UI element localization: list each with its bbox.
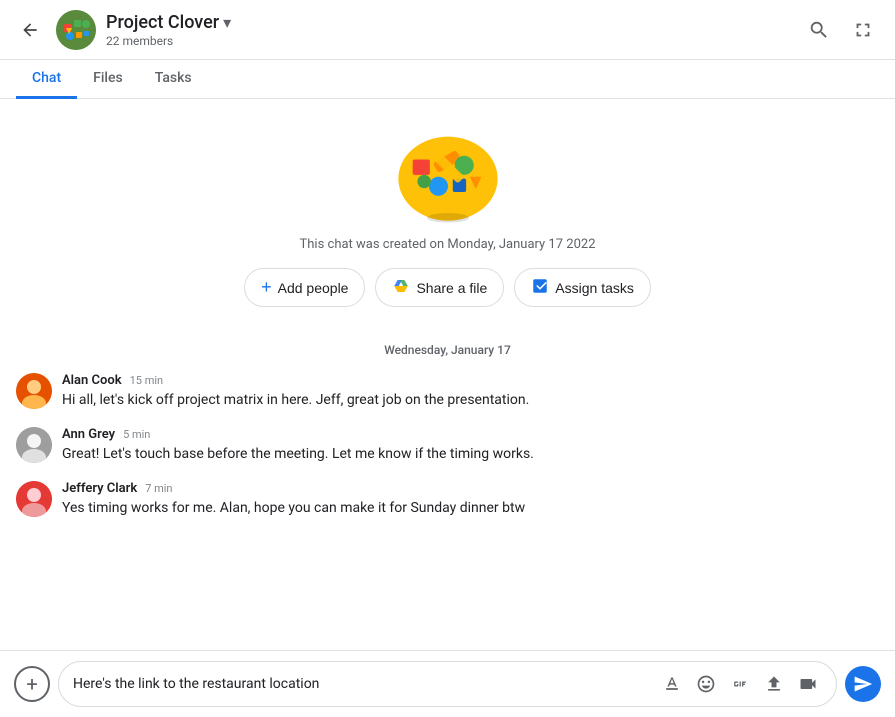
add-people-button[interactable]: + Add people bbox=[244, 268, 365, 307]
header-title[interactable]: Project Clover ▾ bbox=[106, 12, 799, 33]
plus-icon: + bbox=[261, 277, 272, 298]
message-header: Jeffery Clark 7 min bbox=[62, 481, 879, 496]
avatar bbox=[16, 427, 52, 463]
chevron-down-icon: ▾ bbox=[223, 13, 231, 32]
members-count: 22 members bbox=[106, 34, 799, 48]
header-title-block: Project Clover ▾ 22 members bbox=[106, 12, 799, 48]
share-file-label: Share a file bbox=[416, 280, 487, 296]
chat-bubble-illustration bbox=[383, 129, 513, 229]
tab-tasks[interactable]: Tasks bbox=[139, 60, 208, 99]
group-avatar bbox=[56, 10, 96, 50]
video-icon[interactable] bbox=[794, 670, 822, 698]
upload-icon[interactable] bbox=[760, 670, 788, 698]
send-button[interactable] bbox=[845, 666, 881, 702]
message-text: Hi all, let's kick off project matrix in… bbox=[62, 390, 879, 411]
message-header: Ann Grey 5 min bbox=[62, 427, 879, 442]
message-group: Jeffery Clark 7 min Yes timing works for… bbox=[16, 481, 879, 519]
group-name: Project Clover bbox=[106, 12, 219, 33]
drive-icon bbox=[392, 277, 410, 298]
input-area: + bbox=[0, 650, 895, 717]
gif-icon[interactable] bbox=[726, 670, 754, 698]
assign-tasks-label: Assign tasks bbox=[555, 280, 634, 296]
format-text-icon[interactable] bbox=[658, 670, 686, 698]
tab-chat[interactable]: Chat bbox=[16, 60, 77, 99]
expand-button[interactable] bbox=[843, 10, 883, 50]
message-text: Great! Let's touch base before the meeti… bbox=[62, 444, 879, 465]
chat-area: This chat was created on Monday, January… bbox=[0, 99, 895, 650]
message-content: Jeffery Clark 7 min Yes timing works for… bbox=[62, 481, 879, 519]
message-time: 15 min bbox=[130, 374, 164, 387]
back-button[interactable] bbox=[12, 12, 48, 48]
message-group: Alan Cook 15 min Hi all, let's kick off … bbox=[16, 373, 879, 411]
avatar bbox=[16, 481, 52, 517]
search-button[interactable] bbox=[799, 10, 839, 50]
input-actions bbox=[658, 670, 822, 698]
message-content: Alan Cook 15 min Hi all, let's kick off … bbox=[62, 373, 879, 411]
action-buttons: + Add people Share a file bbox=[244, 268, 651, 307]
assign-tasks-button[interactable]: Assign tasks bbox=[514, 268, 651, 307]
illustration-area: This chat was created on Monday, January… bbox=[0, 99, 895, 335]
header: Project Clover ▾ 22 members bbox=[0, 0, 895, 60]
add-people-label: Add people bbox=[278, 280, 349, 296]
message-input-box bbox=[58, 661, 837, 707]
message-input[interactable] bbox=[73, 676, 650, 692]
message-text: Yes timing works for me. Alan, hope you … bbox=[62, 498, 879, 519]
message-header: Alan Cook 15 min bbox=[62, 373, 879, 388]
tabs: Chat Files Tasks bbox=[0, 60, 895, 99]
message-sender: Alan Cook bbox=[62, 373, 122, 388]
avatar bbox=[16, 373, 52, 409]
chat-created-text: This chat was created on Monday, January… bbox=[300, 237, 596, 252]
header-actions bbox=[799, 10, 883, 50]
message-time: 5 min bbox=[123, 428, 150, 441]
message-group: Ann Grey 5 min Great! Let's touch base b… bbox=[16, 427, 879, 465]
tasks-icon bbox=[531, 277, 549, 298]
date-divider: Wednesday, January 17 bbox=[0, 343, 895, 357]
message-sender: Ann Grey bbox=[62, 427, 115, 442]
tab-files[interactable]: Files bbox=[77, 60, 139, 99]
message-time: 7 min bbox=[145, 482, 172, 495]
messages-list: Alan Cook 15 min Hi all, let's kick off … bbox=[0, 373, 895, 531]
share-file-button[interactable]: Share a file bbox=[375, 268, 504, 307]
message-sender: Jeffery Clark bbox=[62, 481, 137, 496]
message-content: Ann Grey 5 min Great! Let's touch base b… bbox=[62, 427, 879, 465]
emoji-icon[interactable] bbox=[692, 670, 720, 698]
add-attachment-button[interactable]: + bbox=[14, 666, 50, 702]
